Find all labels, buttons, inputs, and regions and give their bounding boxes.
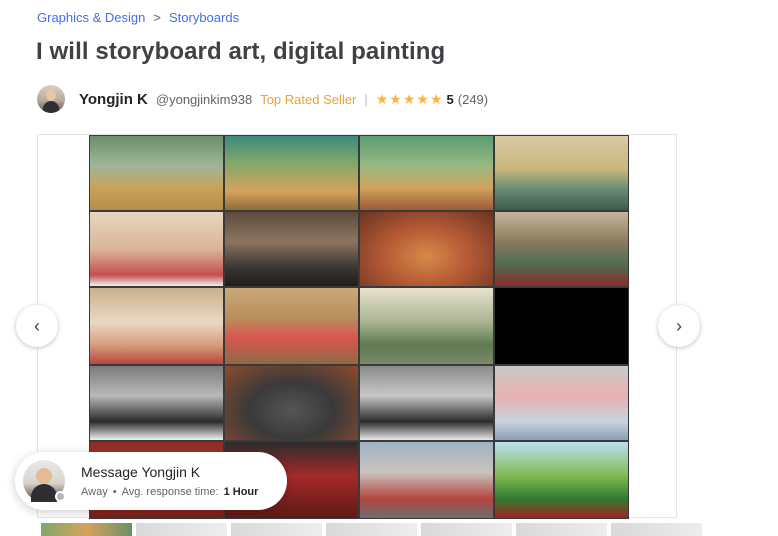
star-icon: ★ xyxy=(416,90,429,107)
breadcrumb-storyboards[interactable]: Storyboards xyxy=(169,10,239,25)
storyboard-panel xyxy=(224,211,359,287)
rating-score: 5 xyxy=(446,91,454,107)
seller-handle: @yongjinkim938 xyxy=(155,91,253,107)
seller-avatar[interactable] xyxy=(37,85,65,113)
message-status-line: Away • Avg. response time: 1 Hour xyxy=(81,486,258,498)
gallery-thumbnail[interactable] xyxy=(611,523,702,536)
storyboard-panel xyxy=(359,365,494,441)
storyboard-panel xyxy=(494,211,629,287)
storyboard-panel xyxy=(359,287,494,365)
review-count[interactable]: (249) xyxy=(458,92,488,107)
gallery-thumbnail[interactable] xyxy=(231,523,322,536)
storyboard-panel xyxy=(89,211,224,287)
seller-overview: Yongjin K @yongjinkim938 Top Rated Selle… xyxy=(37,84,488,114)
seller-divider: | xyxy=(364,91,368,107)
gallery-thumbnail[interactable] xyxy=(41,523,132,536)
storyboard-panel xyxy=(224,287,359,365)
message-seller-button[interactable]: Message Yongjin K Away • Avg. response t… xyxy=(15,452,287,510)
response-time-label: Avg. response time: xyxy=(121,486,219,498)
rating-stars[interactable]: ★ ★ ★ ★ ★ xyxy=(376,91,443,108)
breadcrumb: Graphics & Design > Storyboards xyxy=(37,10,239,25)
chevron-right-icon: > xyxy=(153,10,161,25)
storyboard-panel xyxy=(89,135,224,211)
storyboard-panel xyxy=(359,441,494,519)
storyboard-panel xyxy=(224,365,359,441)
storyboard-panel xyxy=(359,211,494,287)
storyboard-panel xyxy=(89,365,224,441)
message-title: Message Yongjin K xyxy=(81,464,201,480)
seller-avatar xyxy=(23,460,66,502)
message-text: Message Yongjin K Away • Avg. response t… xyxy=(81,464,258,498)
storyboard-panel xyxy=(494,441,629,519)
chevron-left-icon: ‹ xyxy=(34,315,40,336)
away-status-icon xyxy=(55,491,66,502)
seller-name[interactable]: Yongjin K xyxy=(79,91,148,108)
gallery-thumbnail[interactable] xyxy=(421,523,512,536)
availability-status: Away xyxy=(81,486,108,498)
avatar-face xyxy=(36,468,52,484)
storyboard-panel xyxy=(494,287,629,365)
storyboard-panel xyxy=(359,135,494,211)
star-icon: ★ xyxy=(375,90,389,107)
gallery-thumbnail[interactable] xyxy=(136,523,227,536)
star-icon: ★ xyxy=(389,90,402,107)
bullet-separator: • xyxy=(112,486,117,498)
avatar-body xyxy=(31,484,57,502)
gig-title: I will storyboard art, digital painting xyxy=(36,38,446,65)
gallery-next-button[interactable]: › xyxy=(658,305,700,347)
gallery-prev-button[interactable]: ‹ xyxy=(16,305,58,347)
breadcrumb-graphics-design[interactable]: Graphics & Design xyxy=(37,10,145,25)
response-time-value: 1 Hour xyxy=(223,486,259,498)
seller-level-badge: Top Rated Seller xyxy=(260,91,357,107)
chevron-right-icon: › xyxy=(676,315,682,336)
storyboard-panel xyxy=(224,135,359,211)
storyboard-panel xyxy=(494,365,629,441)
star-icon: ★ xyxy=(429,90,443,107)
storyboard-panel xyxy=(89,287,224,365)
storyboard-panel xyxy=(494,135,629,211)
gallery-thumbnails xyxy=(41,523,702,536)
star-icon: ★ xyxy=(402,90,416,107)
gallery-thumbnail[interactable] xyxy=(516,523,607,536)
gallery-thumbnail[interactable] xyxy=(326,523,417,536)
